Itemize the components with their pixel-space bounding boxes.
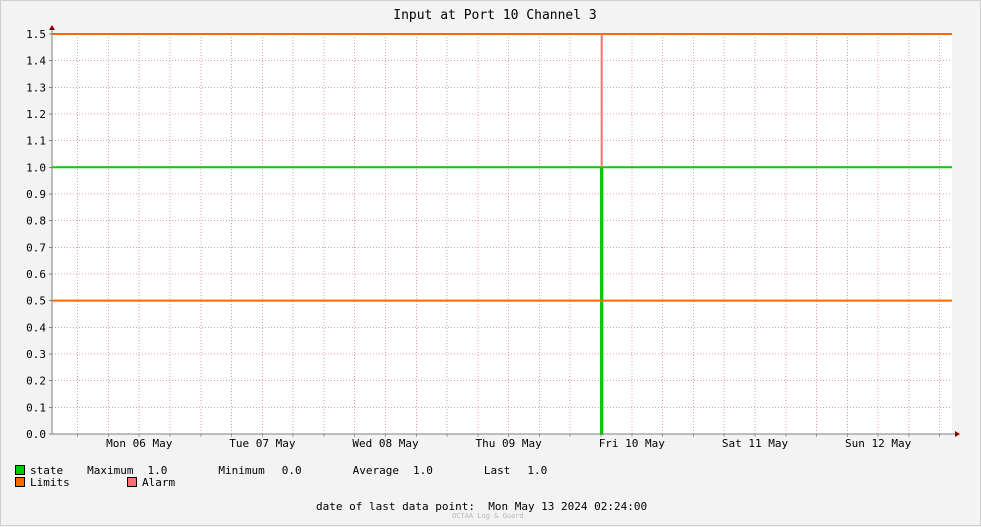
y-tick-label: 0.6 <box>26 268 46 281</box>
y-tick-label: 1.1 <box>26 135 46 148</box>
legend-last-label: Last <box>483 464 511 477</box>
x-tick-label: Wed 08 May <box>352 437 419 450</box>
x-axis-arrow <box>955 431 960 437</box>
y-tick-label: 0.5 <box>26 295 46 308</box>
y-tick-label: 0.7 <box>26 241 46 254</box>
y-tick-label: 0.1 <box>26 401 46 414</box>
x-tick-label: Mon 06 May <box>106 437 173 450</box>
limits-swatch <box>15 477 25 487</box>
legend-min-value: 0.0 <box>281 464 302 477</box>
legend-state-row: state Maximum 1.0 Minimum 0.0 Average 1.0 Last 1… <box>15 464 547 477</box>
y-tick-label: 0.8 <box>26 215 46 228</box>
y-tick-label: 1.0 <box>26 161 46 174</box>
state-swatch <box>15 465 25 475</box>
x-tick-label: Thu 09 May <box>476 437 543 450</box>
x-tick-label: Tue 07 May <box>229 437 296 450</box>
legend-limits-label: Limits <box>30 476 70 489</box>
legend-avg-value: 1.0 <box>412 464 433 477</box>
y-tick-label: 0.4 <box>26 321 46 334</box>
y-tick-label: 1.5 <box>26 28 46 41</box>
chart-frame: 0.0 0.1 0.2 0.3 0.4 0.5 0.6 0.7 0.8 0.9 1.0 1.1 1.2 1… <box>0 0 981 526</box>
legend-limits-row: Limits <box>15 476 70 489</box>
alarm-swatch <box>127 477 137 487</box>
legend-last-value: 1.0 <box>527 464 548 477</box>
y-tick-label: 0.3 <box>26 348 46 361</box>
y-tick-label: 1.4 <box>26 55 46 68</box>
x-tick-label: Sat 11 May <box>722 437 789 450</box>
legend-min-label: Minimum <box>218 464 265 477</box>
y-tick-label: 1.2 <box>26 108 46 121</box>
chart-canvas: 0.0 0.1 0.2 0.3 0.4 0.5 0.6 0.7 0.8 0.9 1.0 1.1 1.2 1… <box>26 8 960 450</box>
y-axis-arrow <box>49 25 55 30</box>
y-tick-label: 0.9 <box>26 188 46 201</box>
legend-alarm-label: Alarm <box>142 476 176 489</box>
legend-avg-label: Average <box>352 464 399 477</box>
x-tick-label: Sun 12 May <box>845 437 912 450</box>
x-tick-label: Fri 10 May <box>599 437 666 450</box>
legend-alarm-row: Alarm <box>127 476 175 489</box>
y-tick-label: 0.2 <box>26 375 46 388</box>
y-tick-label: 1.3 <box>26 81 46 94</box>
watermark: OCTAA Log & Guard <box>452 512 524 520</box>
chart-title: Input at Port 10 Channel 3 <box>393 8 597 23</box>
y-tick-label: 0.0 <box>26 428 46 441</box>
